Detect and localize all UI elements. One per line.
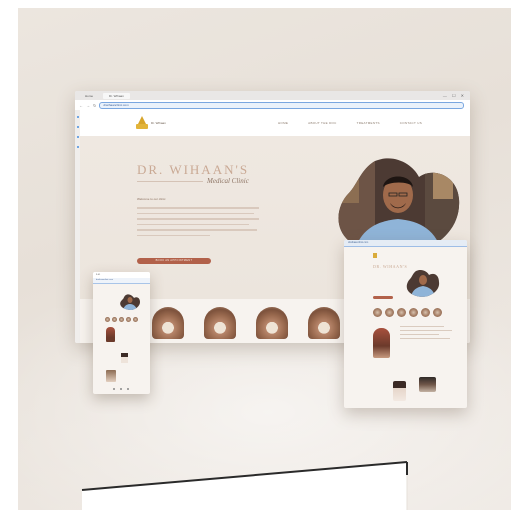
side-toolbar-icon[interactable] bbox=[76, 146, 79, 148]
doctor-portrait bbox=[406, 269, 440, 297]
nav-item-about[interactable]: ABOUT THE DOC bbox=[308, 121, 336, 125]
logo-text[interactable]: Dr. Wihaan bbox=[151, 121, 166, 125]
treatment-image[interactable] bbox=[105, 317, 110, 322]
site-nav: HOME ABOUT THE DOC TREATMENTS CONTACT US bbox=[278, 121, 422, 125]
url-input[interactable]: drwihaanclinic.com bbox=[99, 101, 464, 109]
treatment-image[interactable] bbox=[112, 317, 117, 322]
reload-icon[interactable]: ↻ bbox=[93, 103, 96, 108]
back-arrow-icon[interactable]: ← bbox=[79, 103, 83, 108]
treatment-image[interactable] bbox=[397, 308, 406, 317]
clinic-logo-icon bbox=[373, 253, 377, 258]
phone-person-image bbox=[121, 353, 128, 363]
phone-treatments-row bbox=[105, 317, 138, 322]
hero-subtitle: Medical Clinic bbox=[207, 177, 249, 185]
browser-tab-active[interactable]: Dr. Wihaan bbox=[103, 92, 130, 99]
nav-item-treatments[interactable]: TREATMENTS bbox=[357, 121, 380, 125]
treatment-image[interactable] bbox=[204, 307, 236, 339]
tablet-address-bar[interactable]: drwihaanclinic.com bbox=[344, 240, 467, 247]
hero-paragraph bbox=[137, 207, 259, 240]
tablet-mockup: drwihaanclinic.com DR. WIHAAN'S bbox=[344, 240, 467, 408]
phone-mockup: 9:41 drwihaanclinic.com bbox=[93, 272, 150, 394]
clinic-logo-icon[interactable] bbox=[136, 116, 148, 130]
tablet-cta-button[interactable] bbox=[373, 296, 393, 299]
tablet-feature-image bbox=[373, 328, 390, 358]
tablet-person-image bbox=[393, 381, 406, 401]
treatment-image[interactable] bbox=[256, 307, 288, 339]
phone-address-bar[interactable]: drwihaanclinic.com bbox=[93, 278, 150, 284]
treatment-image[interactable] bbox=[421, 308, 430, 317]
nav-item-contact[interactable]: CONTACT US bbox=[400, 121, 422, 125]
tablet-treatments-row bbox=[373, 308, 442, 317]
treatment-image[interactable] bbox=[126, 317, 131, 322]
nav-item-home[interactable]: HOME bbox=[278, 121, 288, 125]
tablet-hero-title: DR. WIHAAN'S bbox=[373, 264, 408, 269]
doctor-portrait bbox=[120, 294, 140, 310]
treatment-image[interactable] bbox=[409, 308, 418, 317]
phone-feature-image bbox=[106, 327, 115, 342]
hero-title: DR. WIHAAN'S bbox=[137, 162, 250, 177]
phone-product-image bbox=[106, 370, 116, 382]
book-appointment-button[interactable]: BOOK AN APPOINTMENT bbox=[137, 258, 211, 264]
phone-nav-dots bbox=[113, 388, 129, 390]
treatment-image[interactable] bbox=[308, 307, 340, 339]
tablet-product-image bbox=[419, 377, 436, 392]
showcase-background: Home Dr. Wihaan — ☐ ✕ ← → ↻ drwihaanclin… bbox=[18, 8, 511, 510]
treatment-image[interactable] bbox=[119, 317, 124, 322]
side-toolbar-icon[interactable] bbox=[76, 136, 79, 138]
treatment-image[interactable] bbox=[373, 308, 382, 317]
treatment-image[interactable] bbox=[152, 307, 184, 339]
browser-tab-bar: Home Dr. Wihaan — ☐ ✕ bbox=[75, 91, 470, 100]
tablet-text-block bbox=[400, 326, 455, 342]
browser-tab-home[interactable]: Home bbox=[79, 93, 99, 99]
treatment-image[interactable] bbox=[433, 308, 442, 317]
forward-arrow-icon[interactable]: → bbox=[86, 103, 90, 108]
window-controls[interactable]: — ☐ ✕ bbox=[443, 93, 466, 98]
hero-tagline: Welcome to our clinic bbox=[137, 197, 166, 201]
site-header: Dr. Wihaan HOME ABOUT THE DOC TREATMENTS… bbox=[80, 110, 470, 136]
treatment-image[interactable] bbox=[133, 317, 138, 322]
side-toolbar-icon[interactable] bbox=[76, 126, 79, 128]
hero-divider bbox=[137, 181, 203, 182]
side-toolbar-icon[interactable] bbox=[76, 116, 79, 118]
treatment-image[interactable] bbox=[385, 308, 394, 317]
